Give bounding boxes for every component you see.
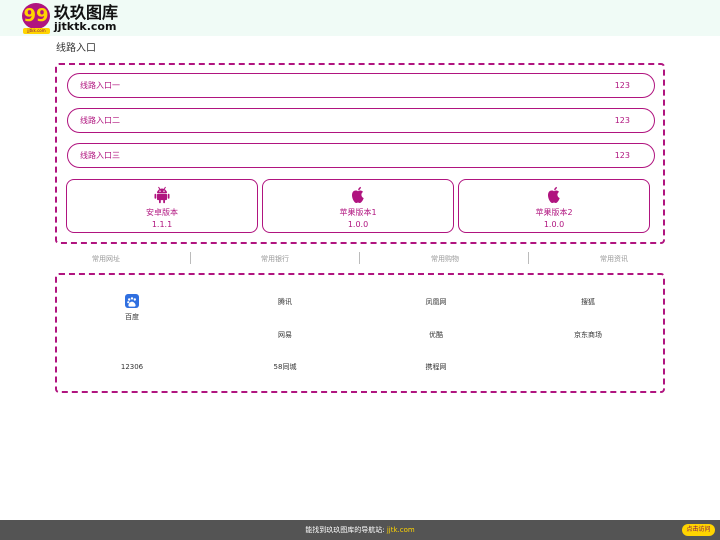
route-ping: 123 (614, 81, 630, 90)
android-icon (154, 186, 170, 204)
tab-divider (190, 252, 191, 264)
tab-divider (528, 252, 529, 264)
link-baidu[interactable]: 百度 (92, 312, 172, 322)
routes-section-title: 线路入口 (56, 43, 96, 54)
link-58[interactable]: 58同城 (245, 362, 325, 372)
app-name: 苹果版本1 (339, 208, 377, 217)
route-label: 线路入口三 (80, 151, 120, 160)
route-row-2[interactable]: 线路入口二 123 (67, 108, 655, 133)
visit-button[interactable]: 点击访问 (682, 524, 715, 536)
app-name: 安卓版本 (146, 208, 178, 217)
route-row-3[interactable]: 线路入口三 123 (67, 143, 655, 168)
tab-common-news[interactable]: 常用资讯 (600, 254, 628, 264)
link-youku[interactable]: 优酷 (396, 330, 476, 340)
route-ping: 123 (614, 151, 630, 160)
footer-bar: 能找到玖玖图库的导航站: jjtk.com (0, 520, 720, 540)
site-domain: jjtktk.com (54, 20, 117, 33)
tab-divider (359, 252, 360, 264)
route-label: 线路入口一 (80, 81, 120, 90)
logo-domain: jjtkk.com (23, 28, 50, 34)
baidu-icon[interactable] (125, 294, 139, 308)
link-12306[interactable]: 12306 (92, 362, 172, 372)
tab-common-sites[interactable]: 常用网址 (92, 254, 120, 264)
app-download-ios-1[interactable]: 苹果版本1 1.0.0 (262, 179, 454, 233)
routes-panel: 线路入口一 123 线路入口二 123 线路入口三 123 安卓版本 1.1.1 (55, 63, 665, 244)
footer-text: 能找到玖玖图库的导航站: jjtk.com (0, 525, 720, 535)
footer-message: 能找到玖玖图库的导航站: (305, 526, 385, 534)
site-logo[interactable]: 99 jjtkk.com (22, 3, 50, 34)
apple-icon (547, 186, 560, 204)
app-download-android[interactable]: 安卓版本 1.1.1 (66, 179, 258, 233)
app-version: 1.0.0 (543, 220, 565, 229)
route-row-1[interactable]: 线路入口一 123 (67, 73, 655, 98)
route-label: 线路入口二 (80, 116, 120, 125)
route-ping: 123 (614, 116, 630, 125)
app-version: 1.0.0 (347, 220, 369, 229)
link-netease[interactable]: 网易 (245, 330, 325, 340)
apple-icon (351, 186, 364, 204)
link-ctrip[interactable]: 携程网 (396, 362, 476, 372)
footer-link[interactable]: jjtk.com (387, 526, 415, 534)
app-version: 1.1.1 (151, 220, 173, 229)
link-tencent[interactable]: 腾讯 (245, 297, 325, 307)
logo-number: 99 (23, 5, 49, 26)
site-header: 99 jjtkk.com 玖玖图库 jjtktk.com (0, 0, 720, 36)
app-download-ios-2[interactable]: 苹果版本2 1.0.0 (458, 179, 650, 233)
link-ifeng[interactable]: 凤凰网 (396, 297, 476, 307)
app-name: 苹果版本2 (535, 208, 573, 217)
tab-common-banks[interactable]: 常用银行 (261, 254, 289, 264)
link-jd[interactable]: 京东商场 (548, 330, 628, 340)
link-sohu[interactable]: 搜狐 (548, 297, 628, 307)
tab-common-shopping[interactable]: 常用购物 (431, 254, 459, 264)
